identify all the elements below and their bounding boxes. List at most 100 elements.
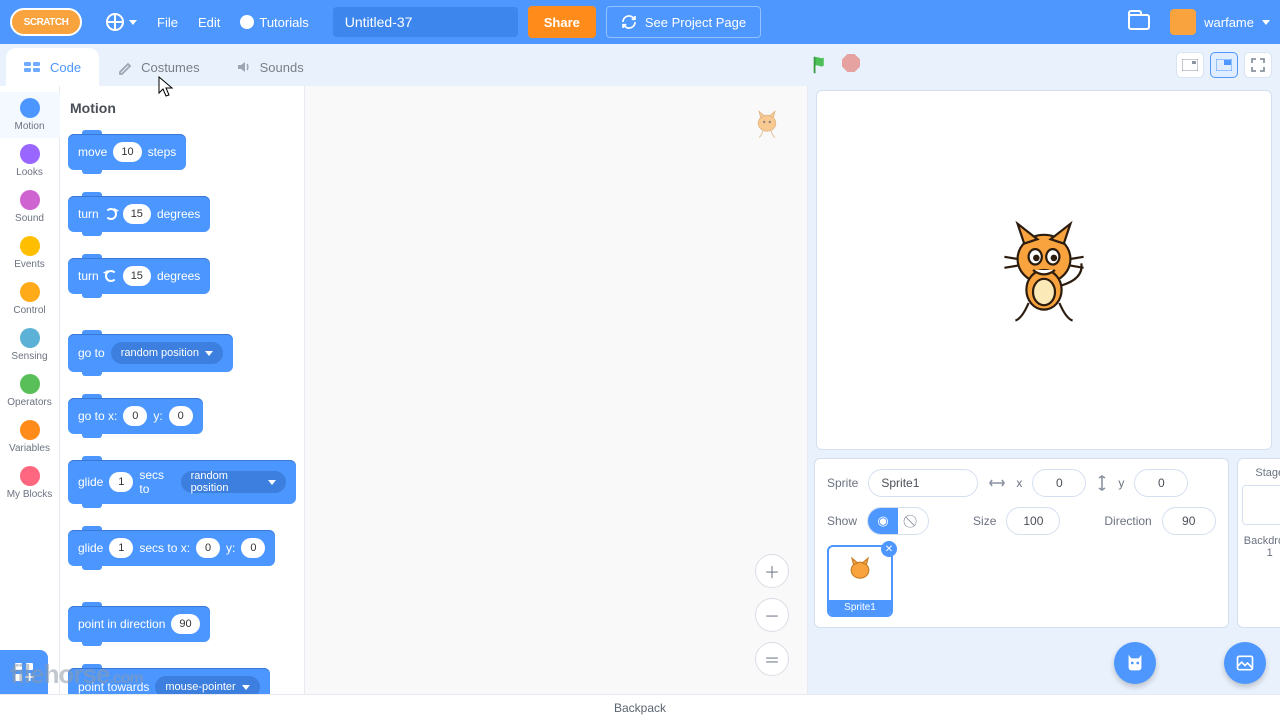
block-number-input[interactable]: 10 [113, 142, 141, 162]
show-label: Show [827, 514, 857, 528]
category-control[interactable]: Control [0, 276, 60, 322]
block-number-input[interactable]: 1 [109, 538, 133, 558]
category-motion[interactable]: Motion [0, 92, 60, 138]
file-menu[interactable]: File [157, 15, 178, 30]
category-label: Control [13, 305, 45, 316]
block-turn-ccw[interactable]: turn 15 degrees [68, 258, 210, 294]
block-glide-to[interactable]: glide 1 secs to random position [68, 460, 296, 504]
account-menu[interactable]: warfame [1170, 9, 1270, 35]
sprite-list: ✕ Sprite1 [827, 545, 1216, 617]
block-number-input[interactable]: 0 [196, 538, 220, 558]
small-stage-button[interactable] [1176, 52, 1204, 78]
chevron-down-icon [242, 685, 250, 690]
block-go-to-xy[interactable]: go to x: 0 y: 0 [68, 398, 203, 434]
stop-button[interactable] [842, 54, 860, 72]
green-flag-button[interactable] [810, 54, 832, 76]
category-sound[interactable]: Sound [0, 184, 60, 230]
language-menu[interactable] [106, 13, 137, 31]
block-number-input[interactable]: 15 [123, 266, 151, 286]
project-title-input[interactable] [333, 7, 518, 37]
block-number-input[interactable]: 15 [123, 204, 151, 224]
category-operators[interactable]: Operators [0, 368, 60, 414]
my-stuff-button[interactable] [1128, 14, 1150, 30]
zoom-in-button[interactable]: ＋ [755, 554, 789, 588]
stage-label: Stage [1255, 467, 1280, 479]
block-palette-scroll[interactable]: Motion move 10 steps turn 15 degrees tur… [60, 86, 304, 694]
block-number-input[interactable]: 0 [123, 406, 147, 426]
zoom-out-button[interactable]: － [755, 598, 789, 632]
sprite-tile-label: Sprite1 [829, 600, 891, 615]
backpack-bar[interactable]: Backpack [0, 694, 1280, 720]
code-workspace[interactable]: ＋ － ＝ [304, 86, 808, 694]
stage-canvas[interactable] [816, 90, 1272, 450]
block-number-input[interactable]: 0 [169, 406, 193, 426]
visibility-toggle: ◉ ⃠ [867, 507, 929, 535]
large-stage-button[interactable] [1210, 52, 1238, 78]
block-dropdown[interactable]: random position [111, 342, 223, 364]
globe-icon [106, 13, 124, 31]
category-my-blocks[interactable]: My Blocks [0, 460, 60, 506]
add-backdrop-button[interactable] [1224, 642, 1266, 684]
block-turn-cw[interactable]: turn 15 degrees [68, 196, 210, 232]
category-color-dot [20, 236, 40, 256]
block-text: steps [148, 145, 177, 159]
category-label: Events [14, 259, 45, 270]
category-label: My Blocks [7, 489, 53, 500]
block-point-direction[interactable]: point in direction 90 [68, 606, 210, 642]
fullscreen-button[interactable] [1244, 52, 1272, 78]
tab-code[interactable]: Code [6, 48, 99, 86]
stage-thumbnail[interactable] [1242, 485, 1280, 525]
sprite-y-input[interactable] [1134, 469, 1188, 497]
block-text: degrees [157, 269, 200, 283]
sprite-name-label: Sprite [827, 476, 858, 490]
category-variables[interactable]: Variables [0, 414, 60, 460]
sprite-direction-input[interactable] [1162, 507, 1216, 535]
category-label: Looks [16, 167, 43, 178]
y-arrows-icon [1096, 474, 1108, 492]
add-sprite-button[interactable] [1114, 642, 1156, 684]
category-events[interactable]: Events [0, 230, 60, 276]
palette-heading: Motion [70, 100, 296, 116]
block-number-input[interactable]: 1 [109, 472, 133, 492]
block-number-input[interactable]: 90 [171, 614, 199, 634]
see-project-page-button[interactable]: See Project Page [606, 6, 761, 38]
tab-costumes[interactable]: Costumes [99, 48, 218, 86]
block-go-to[interactable]: go to random position [68, 334, 233, 372]
block-text: degrees [157, 207, 200, 221]
block-dropdown[interactable]: random position [181, 471, 286, 493]
stage-panel: Stage Backdrops 1 [1237, 458, 1280, 628]
block-move-steps[interactable]: move 10 steps [68, 134, 186, 170]
block-number-input[interactable]: 0 [241, 538, 265, 558]
tab-sounds-label: Sounds [260, 60, 304, 75]
hide-button[interactable]: ⃠ [898, 508, 928, 534]
add-extension-button[interactable] [0, 650, 48, 694]
block-text: point towards [78, 680, 149, 694]
image-icon [1235, 653, 1255, 673]
sprite-name-input[interactable] [868, 469, 978, 497]
paintbrush-icon [117, 59, 133, 75]
share-button[interactable]: Share [528, 6, 596, 38]
block-point-towards[interactable]: point towards mouse-pointer [68, 668, 270, 694]
block-dropdown[interactable]: mouse-pointer [155, 676, 259, 694]
sprite-x-input[interactable] [1032, 469, 1086, 497]
stage-sprite-cat[interactable] [989, 215, 1099, 325]
delete-sprite-button[interactable]: ✕ [881, 541, 897, 557]
category-sensing[interactable]: Sensing [0, 322, 60, 368]
edit-menu[interactable]: Edit [198, 15, 220, 30]
sprite-size-input[interactable] [1006, 507, 1060, 535]
tab-sounds[interactable]: Sounds [218, 48, 322, 86]
scratch-logo[interactable]: SCRATCH [10, 8, 82, 36]
dropdown-value: random position [191, 470, 262, 494]
tutorials-button[interactable]: Tutorials [240, 15, 308, 30]
block-glide-to-xy[interactable]: glide 1 secs to x: 0 y: 0 [68, 530, 275, 566]
sprite-tile-sprite1[interactable]: ✕ Sprite1 [827, 545, 893, 617]
see-project-label: See Project Page [645, 15, 746, 30]
chevron-down-icon [205, 351, 213, 356]
category-looks[interactable]: Looks [0, 138, 60, 184]
tutorials-label: Tutorials [259, 15, 308, 30]
category-color-dot [20, 98, 40, 118]
block-text: y: [153, 409, 162, 423]
show-button[interactable]: ◉ [868, 508, 898, 534]
zoom-reset-button[interactable]: ＝ [755, 642, 789, 676]
code-icon [24, 60, 42, 74]
